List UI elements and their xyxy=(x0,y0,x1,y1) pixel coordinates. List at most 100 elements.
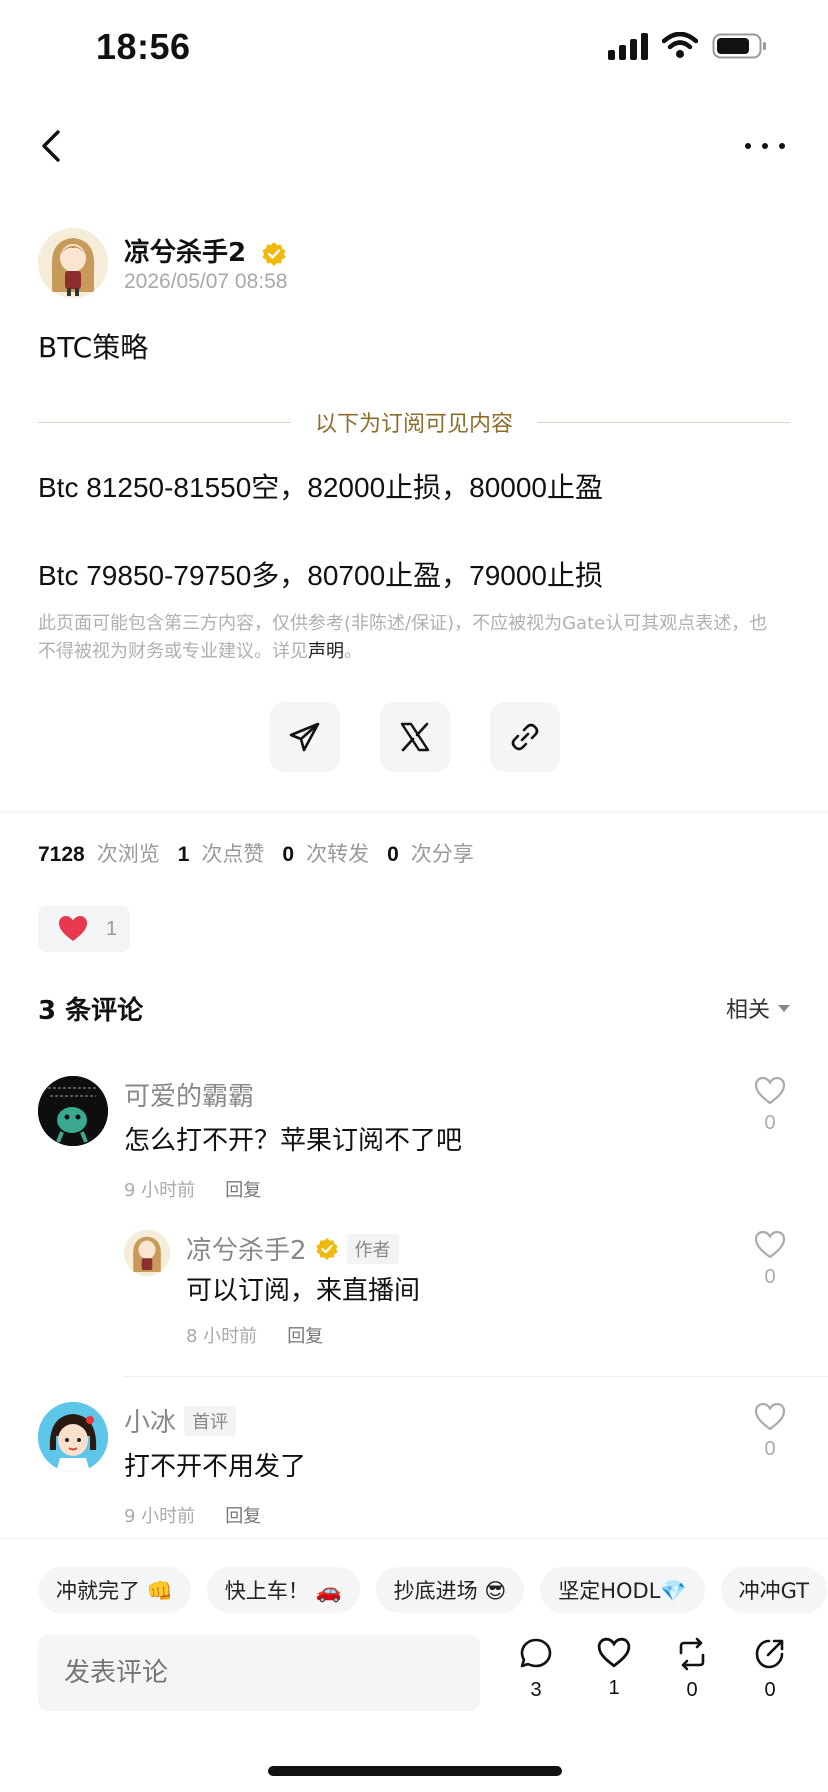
share-action-button[interactable]: 0 xyxy=(752,1637,788,1702)
verified-icon xyxy=(262,241,286,266)
post-stats: 7128 次浏览 1 次点赞 0 次转发 0 次分享 xyxy=(38,838,492,868)
reposts-label: 次转发 xyxy=(306,842,370,866)
commenter-avatar[interactable] xyxy=(38,1076,108,1146)
commenter-name[interactable]: 小冰 xyxy=(124,1402,176,1439)
reaction-count: 1 xyxy=(106,917,118,940)
more-icon[interactable] xyxy=(740,124,790,168)
comment-meta: 8 小时前 回复 xyxy=(186,1322,323,1348)
battery-icon xyxy=(712,33,766,59)
quick-reply-chip[interactable]: 抄底进场 😎 xyxy=(375,1567,525,1613)
quick-reply-chip[interactable]: 坚定HODL💎 xyxy=(540,1567,705,1613)
disclaimer-link[interactable]: 声明 xyxy=(308,641,344,662)
quick-reply-chip[interactable]: 快上车！ 🚗 xyxy=(206,1567,360,1613)
repost-action-count: 0 xyxy=(686,1679,698,1701)
action-bar: 3 1 0 0 xyxy=(518,1637,788,1702)
comment-time: 9 小时前 xyxy=(124,1180,196,1201)
disclaimer-end: 。 xyxy=(344,641,362,662)
heart-outline-icon xyxy=(754,1076,786,1105)
post-author: 凉兮杀手2 2026/05/07 08:58 xyxy=(38,228,790,298)
comment-like-count: 0 xyxy=(764,1266,776,1288)
divider-line-right xyxy=(537,421,791,423)
comment-text: 打不开不用发了 xyxy=(124,1452,307,1482)
reposts-count: 0 xyxy=(282,843,295,866)
author-tag: 作者 xyxy=(346,1233,399,1264)
likes-label: 次点赞 xyxy=(201,842,265,866)
commenter-name-row: 小冰 首评 xyxy=(124,1402,237,1439)
reply-button[interactable]: 回复 xyxy=(225,1506,261,1527)
bottom-panel: 冲就完了 👊 快上车！ 🚗 抄底进场 😎 坚定HODL💎 冲冲GT 3 1 0 xyxy=(0,1538,828,1792)
comment-action-button[interactable]: 3 xyxy=(518,1637,554,1702)
like-action-count: 1 xyxy=(608,1677,620,1699)
heart-icon xyxy=(59,916,87,941)
shares-count: 0 xyxy=(387,843,399,866)
quick-reply-chip[interactable]: 冲冲GT xyxy=(720,1567,827,1613)
views-label: 次浏览 xyxy=(96,842,160,866)
sort-label: 相关 xyxy=(725,998,770,1023)
reply-button[interactable]: 回复 xyxy=(225,1180,261,1201)
back-icon[interactable] xyxy=(30,124,74,168)
heart-outline-icon xyxy=(754,1402,786,1431)
share-action-count: 0 xyxy=(764,1679,776,1701)
x-icon xyxy=(400,722,430,752)
comment-time: 8 小时前 xyxy=(186,1326,258,1347)
share-link-button[interactable] xyxy=(490,702,560,772)
comment-action-count: 3 xyxy=(530,1679,542,1701)
views-count: 7128 xyxy=(38,843,85,866)
commenter-avatar[interactable] xyxy=(38,1402,108,1472)
author-avatar[interactable] xyxy=(38,228,108,298)
subscribe-divider: 以下为订阅可见内容 xyxy=(38,404,791,440)
comment-input[interactable] xyxy=(38,1635,480,1711)
comment-like-button[interactable]: 0 xyxy=(750,1402,790,1461)
quick-reply-chip[interactable]: 冲就完了 👊 xyxy=(38,1567,191,1613)
heart-outline-icon xyxy=(754,1230,786,1259)
comment-like-button[interactable]: 0 xyxy=(750,1076,790,1135)
section-separator xyxy=(0,810,828,814)
share-icon xyxy=(755,1639,784,1669)
nav-bar xyxy=(0,110,828,180)
heart-outline-icon xyxy=(597,1637,631,1668)
author-name-text: 凉兮杀手2 xyxy=(124,238,247,268)
link-icon xyxy=(511,723,539,751)
comment-like-button[interactable]: 0 xyxy=(750,1230,790,1289)
first-comment-tag: 首评 xyxy=(184,1405,237,1436)
quick-reply-row: 冲就完了 👊 快上车！ 🚗 抄底进场 😎 坚定HODL💎 冲冲GT xyxy=(38,1567,827,1613)
telegram-icon xyxy=(289,722,320,752)
commenter-name[interactable]: 可爱的霸霸 xyxy=(124,1076,254,1113)
commenter-name[interactable]: 凉兮杀手2 xyxy=(186,1230,307,1267)
shares-label: 次分享 xyxy=(410,842,474,866)
status-time: 18:56 xyxy=(96,26,191,67)
heart-reaction-chip[interactable]: 1 xyxy=(38,906,130,952)
disclaimer-text: 此页面可能包含第三方内容，仅供参考(非陈述/保证)，不应被视为Gate认可其观点… xyxy=(38,613,768,662)
verified-icon xyxy=(315,1237,338,1260)
like-action-button[interactable]: 1 xyxy=(596,1637,632,1702)
commenter-avatar[interactable] xyxy=(124,1230,170,1276)
disclaimer: 此页面可能包含第三方内容，仅供参考(非陈述/保证)，不应被视为Gate认可其观点… xyxy=(38,610,778,666)
wifi-icon xyxy=(662,32,698,58)
signal-icon xyxy=(608,32,648,60)
share-row xyxy=(270,702,560,772)
subscribe-label: 以下为订阅可见内容 xyxy=(315,412,514,437)
sort-dropdown[interactable]: 相关 xyxy=(726,992,790,1024)
likes-count: 1 xyxy=(177,843,190,866)
status-bar: 18:56 xyxy=(0,0,828,100)
divider-line-left xyxy=(38,421,291,423)
comment-like-count: 0 xyxy=(764,1438,776,1460)
repost-action-button[interactable]: 0 xyxy=(674,1637,710,1702)
commenter-name-row: 凉兮杀手2 作者 xyxy=(186,1230,399,1267)
share-telegram-button[interactable] xyxy=(270,702,340,772)
share-x-button[interactable] xyxy=(380,702,450,772)
comments-title: 3 条评论 xyxy=(38,996,144,1026)
post-content-line-2: Btc 79850-79750多，80700止盈，79000止损 xyxy=(38,560,604,591)
comment-text: 可以订阅，来直播间 xyxy=(186,1276,421,1306)
post-title: BTC策略 xyxy=(38,331,149,364)
home-indicator xyxy=(268,1766,562,1776)
chevron-down-icon xyxy=(778,1004,790,1012)
comment-text: 怎么打不开？苹果订阅不了吧 xyxy=(124,1126,463,1156)
author-name[interactable]: 凉兮杀手2 xyxy=(124,232,287,269)
comment-meta: 9 小时前 回复 xyxy=(124,1176,261,1202)
reply-button[interactable]: 回复 xyxy=(287,1326,323,1347)
comments-header: 3 条评论 相关 xyxy=(38,990,790,1030)
comment-like-count: 0 xyxy=(764,1112,776,1134)
repost-icon xyxy=(679,1637,705,1671)
comment-icon xyxy=(520,1638,552,1668)
